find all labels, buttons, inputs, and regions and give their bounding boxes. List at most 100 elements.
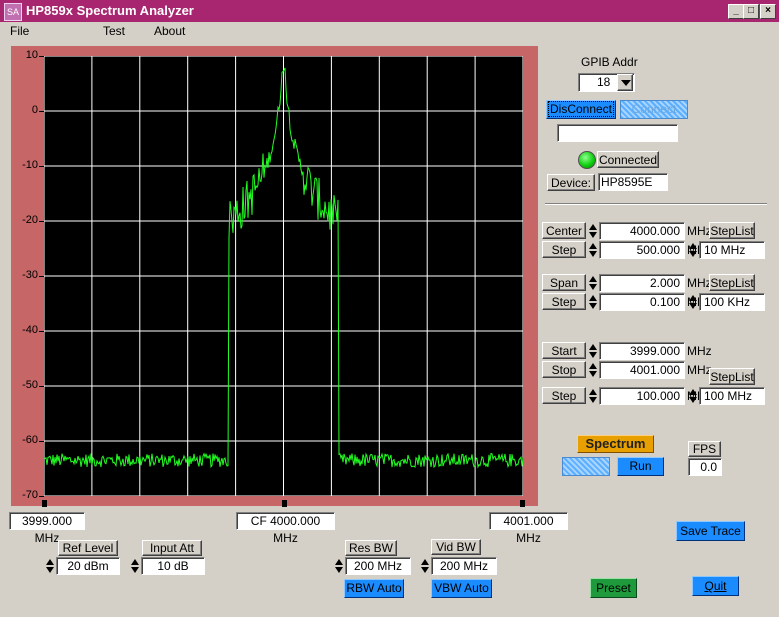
span-step-spinner[interactable] [589,293,598,311]
preset-button[interactable]: Preset [590,578,637,598]
y-tick-label: -60 [22,434,38,446]
connected-indicator: Connected [597,151,659,168]
start-spinner[interactable] [589,342,598,360]
right-freq-label: 4001.000 MHz [489,512,568,545]
y-tick-label: -20 [22,214,38,226]
save-trace-button[interactable]: Save Trace [676,521,745,541]
y-tick-mark [39,166,44,167]
app-icon[interactable]: SA [4,3,22,21]
stop-input[interactable]: 4001.000 [599,361,685,379]
center-button[interactable]: Center [542,222,586,239]
quit-button[interactable]: Quit [692,576,739,596]
separator [545,203,767,205]
y-tick-mark [39,331,44,332]
center-step-input[interactable]: 500.000 [599,241,685,259]
y-tick-label: 10 [25,49,38,61]
y-tick-mark [39,221,44,222]
rbw-auto-button[interactable]: RBW Auto [344,579,404,598]
device-label: Device: [547,174,595,191]
title-bar: SA HP859x Spectrum Analyzer _ □ × [0,0,779,22]
start-stop-step-input[interactable]: 100.000 [599,387,685,405]
menu-file[interactable]: File [10,24,29,38]
stop-unit: MHz [687,363,712,377]
center-marker[interactable] [282,500,287,507]
menu-test[interactable]: Test [103,24,125,38]
left-marker[interactable] [42,500,47,507]
stop-spinner[interactable] [589,361,598,379]
steplist1-spinner[interactable] [689,241,698,259]
run-button[interactable]: Run [617,457,664,476]
y-tick-mark [39,276,44,277]
stop-button[interactable]: Stop [542,361,586,378]
span-input[interactable]: 2.000 [599,274,685,292]
connect-button[interactable]: Connect [620,100,688,119]
center-input[interactable]: 4000.000 [599,222,685,240]
disconnect-label: DisConnect [547,101,615,117]
y-tick-mark [39,111,44,112]
gpib-addr-select[interactable]: 18 [578,73,635,92]
y-tick-label: -30 [22,269,38,281]
steplist1-input[interactable]: 10 MHz [699,241,765,259]
center-step-button[interactable]: Step [542,241,586,258]
span-button[interactable]: Span [542,274,586,291]
start-input[interactable]: 3999.000 [599,342,685,360]
span-step-button[interactable]: Step [542,293,586,310]
input-att-input[interactable]: 10 dB [141,557,205,575]
steplist3-input[interactable]: 100 MHz [699,387,765,405]
start-stop-step-spinner[interactable] [589,387,598,405]
spectrum-plot [44,56,523,496]
spectrum-label: Spectrum [577,435,654,453]
span-spinner[interactable] [589,274,598,292]
device-field: HP8595E [598,173,668,191]
center-unit: MHz [687,224,712,238]
vid-bw-input[interactable]: 200 MHz [431,557,497,575]
maximize-icon: □ [747,5,755,16]
plot-grid [44,56,523,496]
gpib-dropdown-button[interactable] [617,74,633,91]
vid-bw-label: Vid BW [431,539,481,555]
start-button[interactable]: Start [542,342,586,359]
close-button[interactable]: × [760,4,776,19]
minimize-button[interactable]: _ [728,4,744,19]
vid-bw-spinner[interactable] [421,557,430,575]
input-att-spinner[interactable] [131,557,140,575]
gpib-status-field [557,124,678,142]
steplist1-button[interactable]: StepList [709,222,755,239]
start-unit: MHz [687,344,712,358]
chevron-down-icon [621,80,631,86]
steplist3-spinner[interactable] [689,387,698,405]
steplist2-spinner[interactable] [689,293,698,311]
steplist3-button[interactable]: StepList [709,368,755,385]
gpib-addr-label: GPIB Addr [581,55,638,69]
span-step-input[interactable]: 0.100 [599,293,685,311]
window-title: HP859x Spectrum Analyzer [26,3,194,18]
center-freq-label: CF 4000.000 MHz [236,512,335,545]
fps-label: FPS [688,441,721,457]
start-stop-step-button[interactable]: Step [542,387,586,404]
ref-level-label: Ref Level [58,540,118,556]
gpib-addr-value: 18 [597,75,611,89]
res-bw-input[interactable]: 200 MHz [345,557,411,575]
steplist2-input[interactable]: 100 KHz [699,293,765,311]
res-bw-spinner[interactable] [335,557,344,575]
ref-level-input[interactable]: 20 dBm [56,557,120,575]
quit-label: Quit [704,579,727,593]
y-tick-mark [39,496,44,497]
y-tick-label: -10 [22,159,38,171]
minimize-icon: _ [733,5,739,16]
right-marker[interactable] [520,500,525,507]
center-spinner[interactable] [589,222,598,240]
y-tick-label: -40 [22,324,38,336]
y-tick-label: -50 [22,379,38,391]
center-step-spinner[interactable] [589,241,598,259]
connected-led-icon [578,151,596,169]
close-icon: × [765,5,771,16]
disconnect-button[interactable]: DisConnect [546,100,616,119]
menu-about[interactable]: About [154,24,185,38]
maximize-button[interactable]: □ [743,4,759,19]
spectrum-stop-button[interactable] [562,457,610,476]
vbw-auto-button[interactable]: VBW Auto [431,579,492,598]
ref-level-spinner[interactable] [46,557,55,575]
steplist2-button[interactable]: StepList [709,274,755,291]
y-tick-label: 0 [31,104,38,116]
